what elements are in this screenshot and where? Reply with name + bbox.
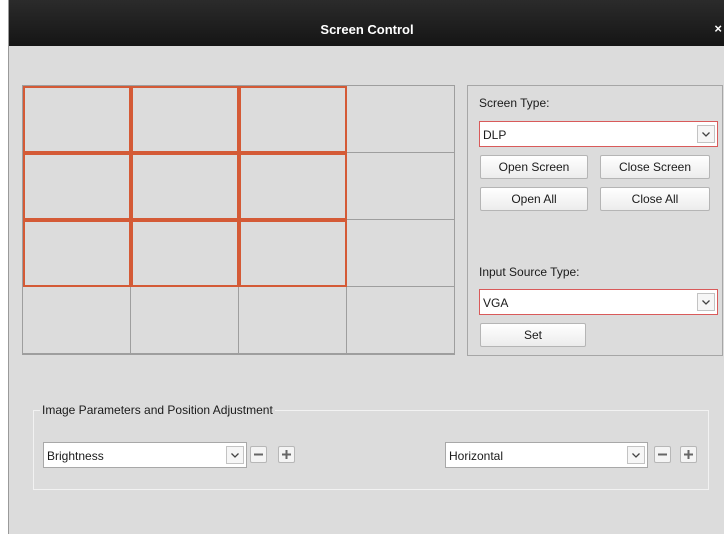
- selected-screen-cell[interactable]: [23, 153, 131, 220]
- window-title: Screen Control: [320, 22, 414, 37]
- open-screen-button[interactable]: Open Screen: [480, 155, 588, 179]
- selected-screen-cell[interactable]: [131, 220, 239, 287]
- screen-control-panel: Screen Type: DLP Open Screen Close Scree…: [467, 85, 723, 356]
- selected-screen-cell[interactable]: [239, 86, 347, 153]
- chevron-down-icon[interactable]: [697, 293, 715, 311]
- increase-icon[interactable]: [278, 446, 295, 463]
- decrease-icon[interactable]: [654, 446, 671, 463]
- screen-cell[interactable]: [347, 153, 455, 220]
- increase-icon[interactable]: [680, 446, 697, 463]
- input-source-value: VGA: [483, 296, 509, 310]
- chevron-down-icon[interactable]: [697, 125, 715, 143]
- selected-screen-cell[interactable]: [239, 220, 347, 287]
- video-wall-grid: [22, 85, 455, 355]
- screen-cell[interactable]: [23, 287, 131, 354]
- chevron-down-icon[interactable]: [627, 446, 645, 464]
- adjustment-group-label: Image Parameters and Position Adjustment: [40, 403, 275, 417]
- screen-cell[interactable]: [131, 287, 239, 354]
- close-icon[interactable]: ×: [714, 22, 722, 36]
- position-select[interactable]: Horizontal: [445, 442, 648, 468]
- input-source-select[interactable]: VGA: [479, 289, 718, 315]
- screen-cell[interactable]: [347, 220, 455, 287]
- selected-screen-cell[interactable]: [131, 153, 239, 220]
- image-parameter-value: Brightness: [47, 449, 104, 463]
- selected-screen-cell[interactable]: [131, 86, 239, 153]
- set-button[interactable]: Set: [480, 323, 586, 347]
- screen-type-label: Screen Type:: [479, 96, 550, 110]
- screen-cell[interactable]: [239, 287, 347, 354]
- screen-cell[interactable]: [347, 287, 455, 354]
- close-screen-button[interactable]: Close Screen: [600, 155, 710, 179]
- selected-screen-cell[interactable]: [23, 86, 131, 153]
- chevron-down-icon[interactable]: [226, 446, 244, 464]
- selected-screen-cell[interactable]: [23, 220, 131, 287]
- close-all-button[interactable]: Close All: [600, 187, 710, 211]
- screen-control-window: Screen Control × Screen Type: DLP Open S…: [8, 0, 724, 534]
- image-parameter-select[interactable]: Brightness: [43, 442, 247, 468]
- input-source-label: Input Source Type:: [479, 265, 580, 279]
- position-value: Horizontal: [449, 449, 504, 463]
- screen-type-value: DLP: [483, 128, 507, 142]
- open-all-button[interactable]: Open All: [480, 187, 588, 211]
- selected-screen-cell[interactable]: [239, 153, 347, 220]
- screen-type-select[interactable]: DLP: [479, 121, 718, 147]
- decrease-icon[interactable]: [250, 446, 267, 463]
- screen-cell[interactable]: [347, 86, 455, 153]
- title-bar: Screen Control ×: [9, 0, 724, 46]
